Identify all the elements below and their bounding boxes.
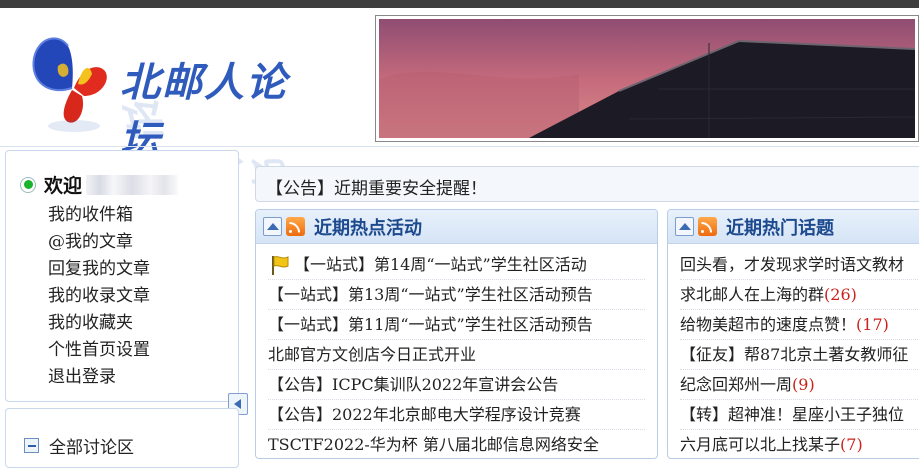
announcement-text[interactable]: 【公告】近期重要安全提醒！ — [266, 179, 487, 199]
list-item[interactable]: 【一站式】第13周“一站式”学生社区活动预告 — [268, 280, 645, 310]
building-sunset-image — [379, 19, 915, 138]
reply-count: (26) — [824, 284, 857, 304]
boards-title: 全部讨论区 — [49, 438, 134, 458]
welcome-row: 欢迎 — [20, 171, 179, 198]
menu-favorites[interactable]: 我的收藏夹 — [48, 310, 150, 337]
list-item[interactable]: 【一站式】第14周“一站式”学生社区活动 — [268, 250, 645, 280]
list-item[interactable]: 回头看，才发现求学时语文教材 — [680, 250, 919, 280]
butterfly-logo-icon — [32, 37, 107, 132]
topic-list: 回头看，才发现求学时语文教材 求北邮人在上海的群 (26) 给物美超市的速度点赞！… — [668, 244, 919, 458]
menu-logout[interactable]: 退出登录 — [48, 364, 150, 391]
panel-header: 近期热点活动 — [256, 210, 657, 244]
list-item[interactable]: 【一站式】第11周“一站式”学生社区活动预告 — [268, 310, 645, 340]
collapse-up-icon[interactable] — [675, 217, 694, 236]
menu-homepage-settings[interactable]: 个性首页设置 — [48, 337, 150, 364]
flag-icon — [272, 255, 289, 275]
reply-count: (17) — [856, 314, 889, 334]
menu-inbox[interactable]: 我的收件箱 — [48, 202, 150, 229]
boards-header[interactable]: 全部讨论区 — [24, 433, 134, 458]
collapse-minus-icon[interactable] — [24, 438, 39, 453]
panel-title: 近期热点活动 — [314, 217, 422, 239]
rss-icon[interactable] — [698, 217, 717, 236]
hot-topics-panel: 近期热门话题 回头看，才发现求学时语文教材 求北邮人在上海的群 (26) 给物美超… — [667, 209, 919, 459]
blurred-username — [86, 174, 179, 195]
list-item[interactable]: 给物美超市的速度点赞！ (17) — [680, 310, 919, 340]
list-item[interactable]: 【公告】2022年北京邮电大学程序设计竞赛 — [268, 400, 645, 430]
list-item[interactable]: 纪念回郑州一周 (9) — [680, 370, 919, 400]
hot-activities-panel: 近期热点活动 【一站式】第14周“一站式”学生社区活动 【一站式】第13周“一站… — [255, 209, 658, 459]
user-menu: 我的收件箱 @我的文章 回复我的文章 我的收录文章 我的收藏夹 个性首页设置 退… — [48, 202, 150, 391]
welcome-label: 欢迎 — [44, 175, 83, 197]
reply-count: (9) — [792, 374, 815, 394]
list-item[interactable]: 【转】超神准！星座小王子独位 — [680, 400, 919, 430]
list-item[interactable]: 求北邮人在上海的群 (26) — [680, 280, 919, 310]
panel-title: 近期热门话题 — [726, 217, 834, 239]
user-panel: 欢迎 我的收件箱 @我的文章 回复我的文章 我的收录文章 我的收藏夹 个性首页设… — [5, 150, 239, 402]
site-logo[interactable]: 北邮人论坛 北邮人论坛 — [28, 26, 303, 198]
panel-header: 近期热门话题 — [668, 210, 919, 244]
menu-mentions[interactable]: @我的文章 — [48, 229, 150, 256]
menu-collected-articles[interactable]: 我的收录文章 — [48, 283, 150, 310]
collapse-up-icon[interactable] — [263, 217, 282, 236]
list-item[interactable]: 【公告】ICPC集训队2022年宣讲会公告 — [268, 370, 645, 400]
activity-list: 【一站式】第14周“一站式”学生社区活动 【一站式】第13周“一站式”学生社区活… — [256, 244, 657, 458]
banner-image[interactable] — [375, 15, 919, 142]
header-divider — [0, 146, 919, 147]
list-item[interactable]: 北邮官方文创店今日正式开业 — [268, 340, 645, 370]
boards-panel: 全部讨论区 — [5, 408, 239, 468]
list-item[interactable]: 【征友】帮87北京土著女教师征 — [680, 340, 919, 370]
announcement-bar[interactable]: 【公告】近期重要安全提醒！ — [255, 166, 919, 202]
top-bar — [0, 0, 919, 8]
online-status-icon — [20, 176, 36, 193]
menu-replies[interactable]: 回复我的文章 — [48, 256, 150, 283]
rss-icon[interactable] — [286, 217, 305, 236]
